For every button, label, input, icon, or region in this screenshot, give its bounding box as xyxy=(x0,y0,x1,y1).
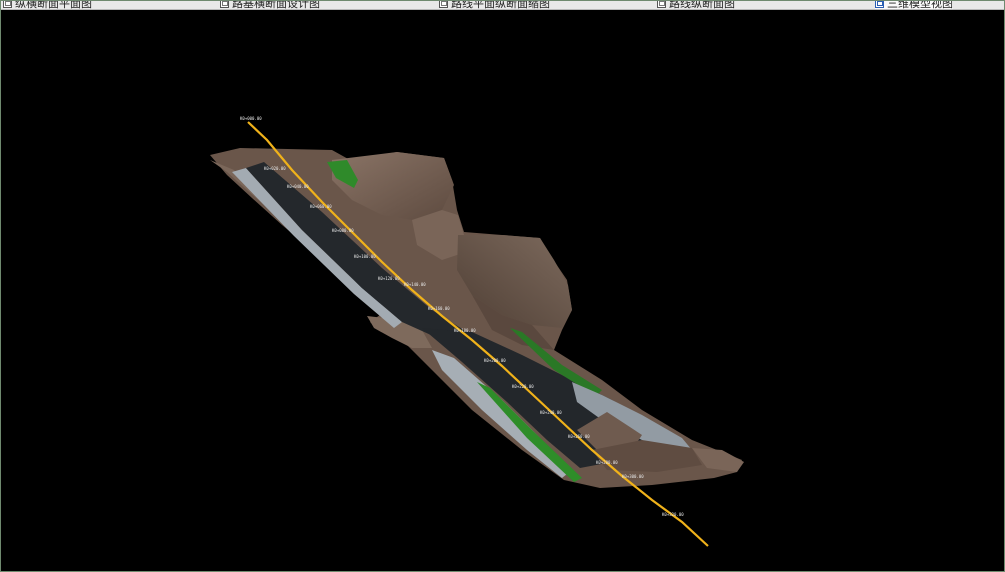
tab-label: 路基横断面设计图 xyxy=(232,1,320,10)
station-label: K0+200.00 xyxy=(484,358,506,363)
station-label: K0+000.00 xyxy=(240,116,262,121)
station-label: K0+220.00 xyxy=(512,384,534,389)
tab-label: 三维模型视图 xyxy=(887,1,953,10)
tab-label: 纵横断面平面图 xyxy=(15,1,92,10)
station-label: K0+300.00 xyxy=(622,474,644,479)
station-label: K0+040.00 xyxy=(287,184,309,189)
tab-plan-profile-thumbnail[interactable]: 路线平面纵断面缩图 xyxy=(439,1,550,10)
station-label: K0+320.00 xyxy=(662,512,684,517)
drawing-icon xyxy=(657,1,666,8)
road-model-render[interactable]: K0+000.00 K0+020.00 K0+040.00 K0+060.00 K0+0… xyxy=(2,10,1004,570)
station-label: K0+060.00 xyxy=(310,204,332,209)
station-label: K0+140.00 xyxy=(404,282,426,287)
tab-label: 路线纵断面图 xyxy=(669,1,735,10)
tab-plan-drawing[interactable]: 纵横断面平面图 xyxy=(3,1,92,10)
3d-viewport[interactable]: K0+000.00 K0+020.00 K0+040.00 K0+060.00 K0+0… xyxy=(2,10,1004,570)
tab-3d-model-view[interactable]: 三维模型视图 xyxy=(875,1,953,10)
tab-label: 路线平面纵断面缩图 xyxy=(451,1,550,10)
tab-cross-section-design[interactable]: 路基横断面设计图 xyxy=(220,1,320,10)
drawing-icon xyxy=(3,1,12,8)
tab-profile-drawing[interactable]: 路线纵断面图 xyxy=(657,1,735,10)
station-label: K0+260.00 xyxy=(568,434,590,439)
station-label: K0+280.00 xyxy=(596,460,618,465)
station-label: K0+020.00 xyxy=(264,166,286,171)
drawing-icon xyxy=(875,1,884,8)
station-label: K0+160.00 xyxy=(428,306,450,311)
drawing-icon xyxy=(439,1,448,8)
drawing-icon xyxy=(220,1,229,8)
station-label: K0+100.00 xyxy=(354,254,376,259)
document-tab-strip: 纵横断面平面图 路基横断面设计图 路线平面纵断面缩图 路线纵断面图 三维模型视图 xyxy=(1,1,1004,10)
station-label: K0+120.00 xyxy=(378,276,400,281)
station-label: K0+240.00 xyxy=(540,410,562,415)
station-label: K0+080.00 xyxy=(332,228,354,233)
station-label: K0+180.00 xyxy=(454,328,476,333)
main-window: 纵横断面平面图 路基横断面设计图 路线平面纵断面缩图 路线纵断面图 三维模型视图 xyxy=(0,0,1005,572)
